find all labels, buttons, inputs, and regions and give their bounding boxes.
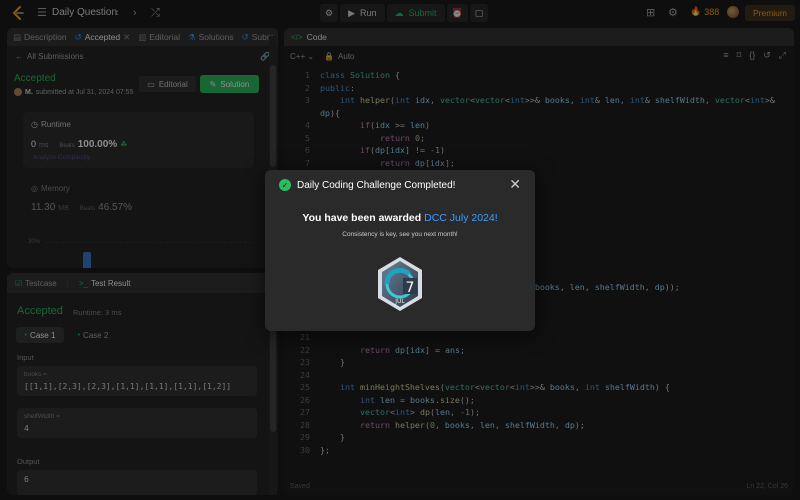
- badge-number: 7: [406, 280, 415, 296]
- consistency-message: Consistency is key, see you next month!: [342, 231, 458, 238]
- award-message: You have been awarded DCC July 2024!: [302, 212, 498, 224]
- check-circle-icon: ✓: [279, 179, 291, 191]
- dcc-badge-icon: 7 JUL: [378, 257, 422, 311]
- badge-month: JUL: [394, 298, 405, 305]
- award-name[interactable]: DCC July 2024!: [424, 212, 498, 224]
- close-icon[interactable]: ✕: [509, 177, 521, 191]
- modal-title: ✓ Daily Coding Challenge Completed!: [279, 179, 455, 191]
- dcc-completed-modal: ✓ Daily Coding Challenge Completed! ✕ Yo…: [265, 170, 535, 331]
